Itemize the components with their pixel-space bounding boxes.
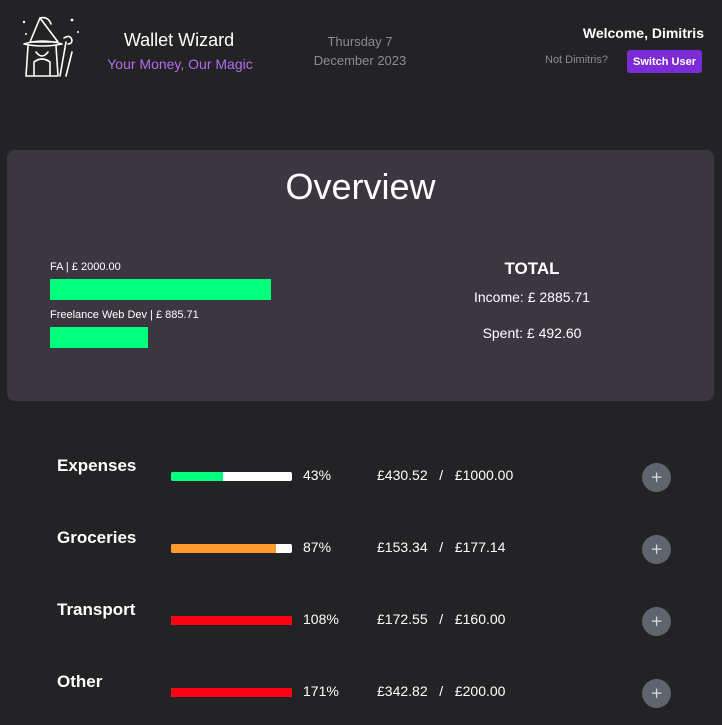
budget-row-transport: Transport 108% £172.55 / £160.00 + [0, 600, 722, 640]
budget-separator: / [439, 467, 444, 483]
budget-amounts: £430.52 / £1000.00 [377, 467, 567, 483]
budget-amounts: £172.55 / £160.00 [377, 611, 567, 627]
add-expense-button[interactable]: + [642, 679, 671, 708]
budget-progress-track [171, 616, 292, 625]
budget-progress-fill [171, 688, 292, 697]
budget-limit: £177.14 [454, 539, 506, 555]
budget-progress-fill [171, 544, 277, 553]
switch-user-button[interactable]: Switch User [627, 50, 702, 73]
total-title: TOTAL [504, 259, 560, 278]
current-date: Thursday 7 December 2023 [300, 32, 420, 70]
budget-percent: 108% [303, 611, 339, 627]
plus-icon: + [650, 540, 663, 558]
wizard-icon [22, 16, 79, 77]
overview-title: Overview [285, 166, 436, 207]
budget-limit: £160.00 [454, 611, 506, 627]
budget-percent: 87% [303, 539, 332, 555]
budget-progress-fill [171, 472, 224, 481]
budget-spent: £430.52 [377, 467, 428, 483]
budget-progress-track [171, 688, 292, 697]
budget-category-name: Groceries [57, 528, 137, 547]
overview-panel: Overview FA | £ 2000.00 Freelance Web De… [7, 150, 714, 401]
app-header: Wallet Wizard Your Money, Our Magic Thur… [0, 0, 722, 100]
plus-icon: + [650, 684, 663, 702]
income-source-label: FA | £ 2000.00 [50, 261, 121, 273]
date-month-year: December 2023 [313, 53, 407, 68]
budget-progress-track [171, 472, 292, 481]
budget-progress-fill [171, 616, 292, 625]
budget-separator: / [439, 683, 444, 699]
budget-separator: / [439, 539, 444, 555]
total-income: Income: £ 2885.71 [474, 289, 590, 305]
budget-amounts: £153.34 / £177.14 [377, 539, 567, 555]
income-source-bar [50, 279, 271, 300]
budget-separator: / [439, 611, 444, 627]
app-title: Wallet Wizard [123, 30, 235, 50]
add-expense-button[interactable]: + [642, 535, 671, 564]
budget-category-name: Expenses [57, 456, 137, 475]
plus-icon: + [650, 468, 663, 486]
budget-row-groceries: Groceries 87% £153.34 / £177.14 + [0, 528, 722, 568]
budget-limit: £1000.00 [454, 467, 514, 483]
date-weekday: Thursday 7 [327, 34, 393, 49]
budget-spent: £342.82 [377, 683, 428, 699]
budget-progress-track [171, 544, 292, 553]
budget-category-name: Other [57, 672, 103, 691]
budget-percent: 43% [303, 467, 332, 483]
budget-row-other: Other 171% £342.82 / £200.00 + [0, 672, 722, 712]
budget-row-expenses: Expenses 43% £430.52 / £1000.00 + [0, 456, 722, 496]
budget-spent: £172.55 [377, 611, 428, 627]
income-source-label: Freelance Web Dev | £ 885.71 [50, 309, 199, 321]
budget-spent: £153.34 [377, 539, 428, 555]
add-expense-button[interactable]: + [642, 607, 671, 636]
not-user-text: Not Dimitris? [545, 54, 608, 66]
budget-amounts: £342.82 / £200.00 [377, 683, 567, 699]
plus-icon: + [650, 612, 663, 630]
add-expense-button[interactable]: + [642, 463, 671, 492]
total-spent: Spent: £ 492.60 [482, 325, 582, 341]
income-source-bar [50, 327, 148, 348]
welcome-message: Welcome, Dimitris [582, 25, 704, 41]
budget-limit: £200.00 [454, 683, 506, 699]
app-tagline: Your Money, Our Magic [107, 56, 253, 72]
budget-category-name: Transport [57, 600, 136, 619]
budget-percent: 171% [303, 683, 339, 699]
